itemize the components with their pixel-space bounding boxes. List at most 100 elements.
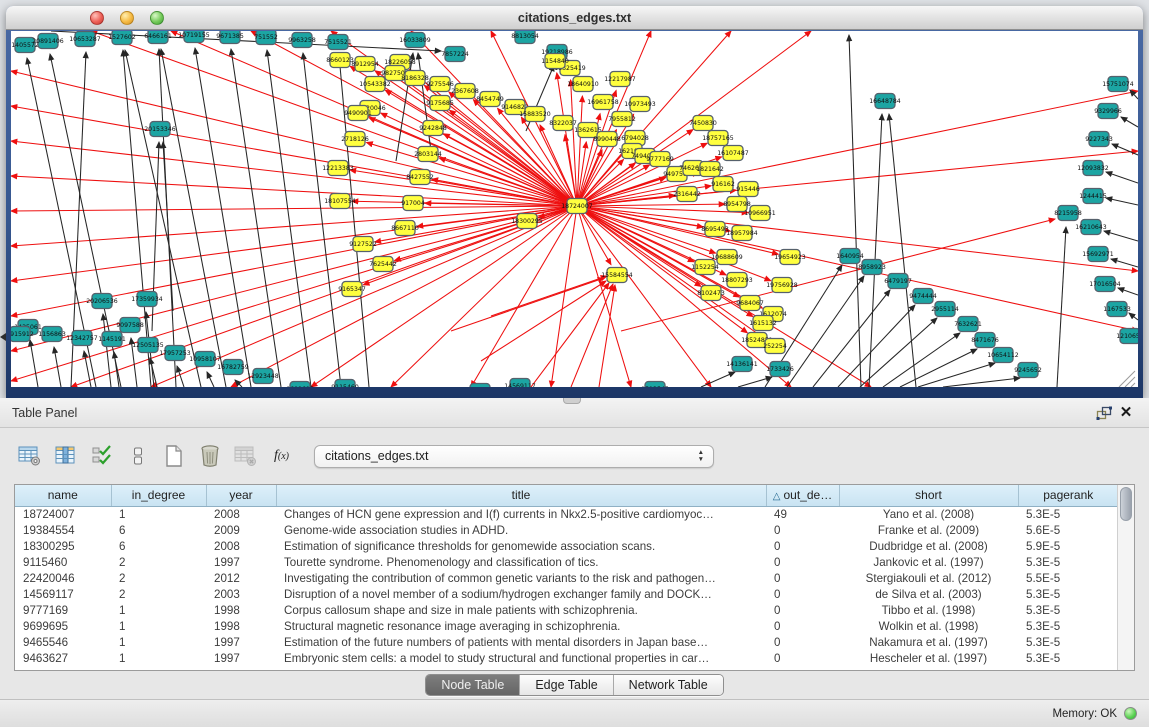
graph-node-9275546[interactable]: 9275546 [426,77,454,92]
graph-node-1152254[interactable]: 1152254 [691,260,719,275]
table-cell[interactable]: 0 [766,602,839,618]
table-cell[interactable]: Embryonic stem cells: a model to study s… [276,650,766,666]
graph-node-19756928[interactable]: 19756928 [766,278,798,293]
network-window-titlebar[interactable]: citations_edges.txt [6,6,1143,30]
graph-node-1821642[interactable]: 1821642 [696,162,724,177]
citation-edge-black[interactable] [900,349,977,387]
select-rows-icon[interactable] [88,443,115,470]
table-cell[interactable]: Hescheler et al. (1997) [839,650,1018,666]
table-cell[interactable]: 0 [766,554,839,570]
graph-node-2955114[interactable]: 2955114 [931,302,959,317]
table-cell[interactable]: 0 [766,570,839,586]
citation-edge-black[interactable] [1121,117,1138,127]
table-cell[interactable]: 22420046 [15,570,111,586]
graph-node-12923448[interactable]: 12923448 [247,369,279,384]
table-row[interactable]: 1456911722003Disruption of a novel membe… [15,586,1118,602]
graph-node-2803144[interactable]: 2803144 [414,147,442,162]
function-builder-icon[interactable]: f(x) [268,443,295,470]
citation-edge-black[interactable] [738,377,772,387]
citation-network-graph[interactable]: 1405572208914061065328715276026466161107… [11,31,1138,387]
citation-edge-black[interactable] [1111,259,1138,267]
graph-node-7450830[interactable]: 7450830 [689,116,717,131]
table-cell[interactable]: Tourette syndrome. Phenomenology and cla… [276,554,766,570]
insert-column-icon[interactable] [52,443,79,470]
graph-node-7632621[interactable]: 7632621 [954,317,982,332]
citation-edge-black[interactable] [787,276,864,387]
graph-node-15751074[interactable]: 15751074 [1102,77,1134,92]
graph-node-751552[interactable]: 751552 [254,31,278,45]
graph-node-1733426[interactable]: 1733426 [766,362,794,377]
table-cell[interactable]: Estimation of the future numbers of pati… [276,634,766,650]
table-cell[interactable]: 5.3E-5 [1018,506,1118,522]
table-cell[interactable]: 0 [766,522,839,538]
table-cell[interactable]: 5.3E-5 [1018,602,1118,618]
table-cell[interactable]: Investigating the contribution of common… [276,570,766,586]
graph-node-1167533[interactable]: 1167533 [1103,302,1131,317]
column-header-out_de[interactable]: △out_de… [766,485,839,506]
citation-edge-black[interactable] [1129,313,1138,320]
graph-node-8186328[interactable]: 8186328 [401,71,429,86]
citation-edge-black[interactable] [869,114,882,387]
table-cell[interactable]: Nakamura et al. (1997) [839,634,1018,650]
column-header-name[interactable]: name [15,485,111,506]
table-cell[interactable]: 2003 [206,586,276,602]
graph-node-1527602[interactable]: 1527602 [108,31,136,45]
graph-node-2316442[interactable]: 2316442 [673,187,701,202]
citation-edge-red[interactable] [551,206,577,387]
table-cell[interactable]: Stergiakouli et al. (2012) [839,570,1018,586]
graph-node-2718126[interactable]: 2718126 [341,132,369,147]
table-cell[interactable]: 9699695 [15,618,111,634]
tab-node-table[interactable]: Node Table [426,675,520,695]
table-cell[interactable]: 49 [766,506,839,522]
table-row[interactable]: 946554611997Estimation of the future num… [15,634,1118,650]
column-header-title[interactable]: title [276,485,766,506]
table-cell[interactable]: 1997 [206,634,276,650]
graph-node-16107487[interactable]: 16107487 [717,146,749,161]
graph-node-16782759[interactable]: 16782759 [217,360,249,375]
graph-node-12217987[interactable]: 12217987 [604,72,636,87]
collapse-splitter-arrow-icon[interactable] [0,333,6,341]
table-cell[interactable]: 1997 [206,650,276,666]
table-row[interactable]: 946362711997Embryonic stem cells: a mode… [15,650,1118,666]
citation-edge-red[interactable] [11,206,577,211]
table-cell[interactable]: 2 [111,554,206,570]
graph-node-19654923[interactable]: 19654923 [774,250,806,265]
table-cell[interactable]: 6 [111,522,206,538]
close-panel-icon[interactable]: ✕ [1115,403,1137,423]
graph-node-1154840[interactable]: 1154840 [541,54,569,69]
table-cell[interactable]: 5.9E-5 [1018,538,1118,554]
table-cell[interactable]: 1 [111,506,206,522]
table-row[interactable]: 911546021997Tourette syndrome. Phenomeno… [15,554,1118,570]
graph-node-916162[interactable]: 916162 [711,177,735,192]
citation-edge-black[interactable] [235,380,242,387]
graph-node-9329966[interactable]: 9329966 [1094,104,1122,119]
graph-node-8958923[interactable]: 8958923 [858,260,886,275]
table-settings-icon[interactable] [16,443,43,470]
citation-edge-red[interactable] [363,206,577,285]
graph-node-9684067[interactable]: 9684067 [736,296,764,311]
graph-node-8102473[interactable]: 8102473 [697,286,725,301]
table-cell[interactable]: Structural magnetic resonance image aver… [276,618,766,634]
table-cell[interactable]: 0 [766,618,839,634]
graph-node-12342757[interactable]: 12342757 [66,331,98,346]
graph-node-9699695[interactable]: 9699695 [286,382,314,388]
graph-node-8667110[interactable]: 8667110 [391,221,419,236]
table-row[interactable]: 1872400712008Changes of HCN gene express… [15,506,1118,522]
graph-node-15584554[interactable]: 15584554 [601,268,633,283]
graph-node-14136141[interactable]: 14136141 [726,357,758,372]
graph-node-8471676[interactable]: 8471676 [971,333,999,348]
table-cell[interactable]: 2009 [206,522,276,538]
table-cell[interactable]: 5.3E-5 [1018,554,1118,570]
citation-edge-black[interactable] [889,114,916,387]
citation-edge-black[interactable] [177,366,184,387]
table-cell[interactable]: Corpus callosum shape and size in male p… [276,602,766,618]
citation-edge-black[interactable] [1106,172,1138,183]
table-cell[interactable]: 5.3E-5 [1018,618,1118,634]
table-cell[interactable]: 0 [766,586,839,602]
graph-node-9227343[interactable]: 9227343 [1085,132,1113,147]
table-cell[interactable]: Dudbridge et al. (2008) [839,538,1018,554]
citation-edge-black[interactable] [838,305,915,387]
graph-node-10654112[interactable]: 10654112 [987,348,1019,363]
graph-node-8695493[interactable]: 8695493 [701,222,729,237]
table-cell[interactable]: 5.3E-5 [1018,586,1118,602]
